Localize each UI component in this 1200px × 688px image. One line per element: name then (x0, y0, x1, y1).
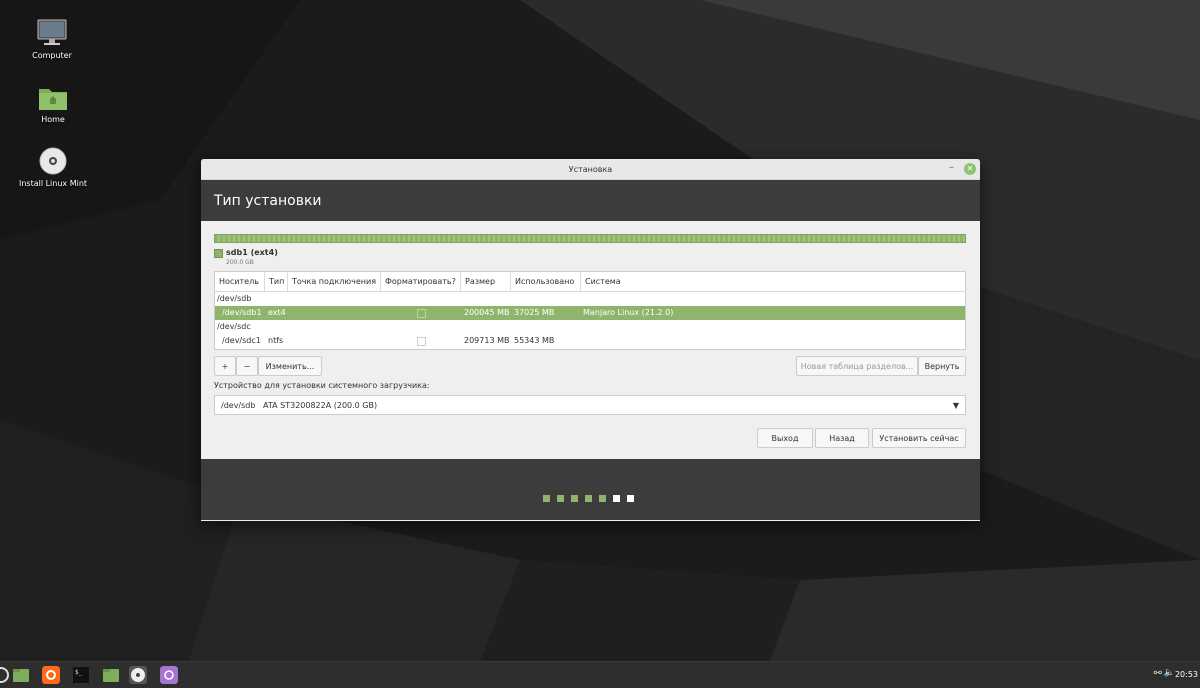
desktop-icon-label: Home (41, 115, 65, 124)
mint-menu-icon[interactable] (0, 666, 10, 684)
table-row[interactable]: /dev/sdc (215, 320, 965, 334)
column-header[interactable]: Форматировать? (381, 272, 461, 291)
hexchat-icon[interactable] (160, 666, 178, 684)
partition-table: Носитель Тип Точка подключения Форматиро… (214, 271, 966, 350)
partition-legend-swatch (214, 249, 223, 258)
disc-icon (39, 147, 67, 175)
column-header[interactable]: Размер (461, 272, 511, 291)
bootloader-device-select[interactable]: /dev/sdb ATA ST3200822A (200.0 GB) ▼ (214, 395, 966, 415)
new-partition-table-button[interactable]: Новая таблица разделов... (796, 356, 918, 376)
dropdown-arrow-icon: ▼ (952, 401, 959, 410)
partition-bar (214, 234, 966, 243)
table-header: Носитель Тип Точка подключения Форматиро… (215, 272, 965, 292)
column-header[interactable]: Точка подключения (288, 272, 381, 291)
computer-icon (37, 19, 67, 45)
home-folder-icon (39, 89, 67, 110)
type-cell: ntfs (268, 336, 284, 345)
close-icon[interactable]: ✕ (964, 163, 976, 175)
table-row[interactable]: /dev/sdb (215, 292, 965, 306)
taskbar: $_ ⚯ 🔈 20:53 (0, 661, 1200, 688)
installer-window: Установка – ✕ Тип установки sdb1 (ext4) … (201, 159, 980, 521)
files-icon[interactable] (102, 666, 120, 684)
desktop-icon-label: Install Linux Mint (18, 179, 88, 188)
size-cell: 209713 MB (464, 336, 510, 345)
column-header[interactable]: Система (581, 272, 965, 291)
installer-content: sdb1 (ext4) 200.0 GB Носитель Тип Точка … (201, 221, 980, 459)
progress-step-pending (613, 495, 620, 502)
bootloader-label: Устройство для установки системного загр… (214, 381, 430, 390)
installer-footer (201, 459, 980, 520)
desktop-icon-home[interactable]: Home (8, 84, 98, 124)
used-cell: 55343 MB (514, 336, 555, 345)
bootloader-description: ATA ST3200822A (200.0 GB) (263, 401, 378, 410)
desktop-icon-install[interactable]: Install Linux Mint (8, 146, 98, 188)
desktop-icon-computer[interactable]: Computer (7, 18, 97, 60)
back-button[interactable]: Назад (815, 428, 869, 448)
add-partition-button[interactable]: + (214, 356, 236, 376)
format-checkbox[interactable] (417, 309, 426, 318)
column-header[interactable]: Использовано (511, 272, 581, 291)
show-desktop-icon[interactable] (12, 666, 30, 684)
progress-step-done (599, 495, 606, 502)
device-cell: /dev/sdb1 (222, 308, 262, 317)
window-title: Установка (568, 165, 613, 174)
device-cell: /dev/sdc1 (222, 336, 261, 345)
progress-steps (543, 487, 641, 506)
install-now-button[interactable]: Установить сейчас (872, 428, 966, 448)
type-cell: ext4 (268, 308, 286, 317)
partition-legend-size: 200.0 GB (226, 259, 254, 266)
minimize-icon[interactable]: – (949, 162, 954, 173)
progress-step-done (557, 495, 564, 502)
size-cell: 200045 MB (464, 308, 510, 317)
system-cell: Manjaro Linux (21.2.0) (583, 308, 674, 317)
table-row[interactable]: /dev/sdc1 ntfs 209713 MB 55343 MB (215, 334, 965, 348)
page-title: Тип установки (201, 180, 980, 221)
bootloader-device: /dev/sdb (221, 401, 256, 410)
column-header[interactable]: Тип (265, 272, 288, 291)
table-row[interactable]: /dev/sdb1 ext4 200045 MB 37025 MB Manjar… (215, 306, 965, 320)
used-cell: 37025 MB (514, 308, 555, 317)
partition-legend-name: sdb1 (ext4) (226, 248, 278, 257)
device-cell: /dev/sdc (217, 322, 251, 331)
firefox-icon[interactable] (42, 666, 60, 684)
quit-button[interactable]: Выход (757, 428, 813, 448)
progress-step-pending (627, 495, 634, 502)
system-cell (578, 334, 583, 348)
format-checkbox[interactable] (417, 337, 426, 346)
terminal-icon[interactable]: $_ (72, 666, 90, 684)
installer-disc-icon[interactable] (129, 666, 147, 684)
column-header[interactable]: Носитель (215, 272, 265, 291)
change-partition-button[interactable]: Изменить... (258, 356, 322, 376)
progress-step-done (585, 495, 592, 502)
device-cell: /dev/sdb (217, 294, 252, 303)
progress-step-done (571, 495, 578, 502)
svg-text:$_: $_ (75, 669, 83, 676)
remove-partition-button[interactable]: − (236, 356, 258, 376)
volume-icon[interactable]: 🔈 (1164, 668, 1175, 678)
network-icon[interactable]: ⚯ (1154, 668, 1162, 679)
desktop-icon-label: Computer (32, 51, 72, 60)
progress-step-done (543, 495, 550, 502)
clock[interactable]: 20:53 (1175, 670, 1198, 679)
window-titlebar[interactable]: Установка – ✕ (201, 159, 980, 180)
revert-button[interactable]: Вернуть (918, 356, 966, 376)
